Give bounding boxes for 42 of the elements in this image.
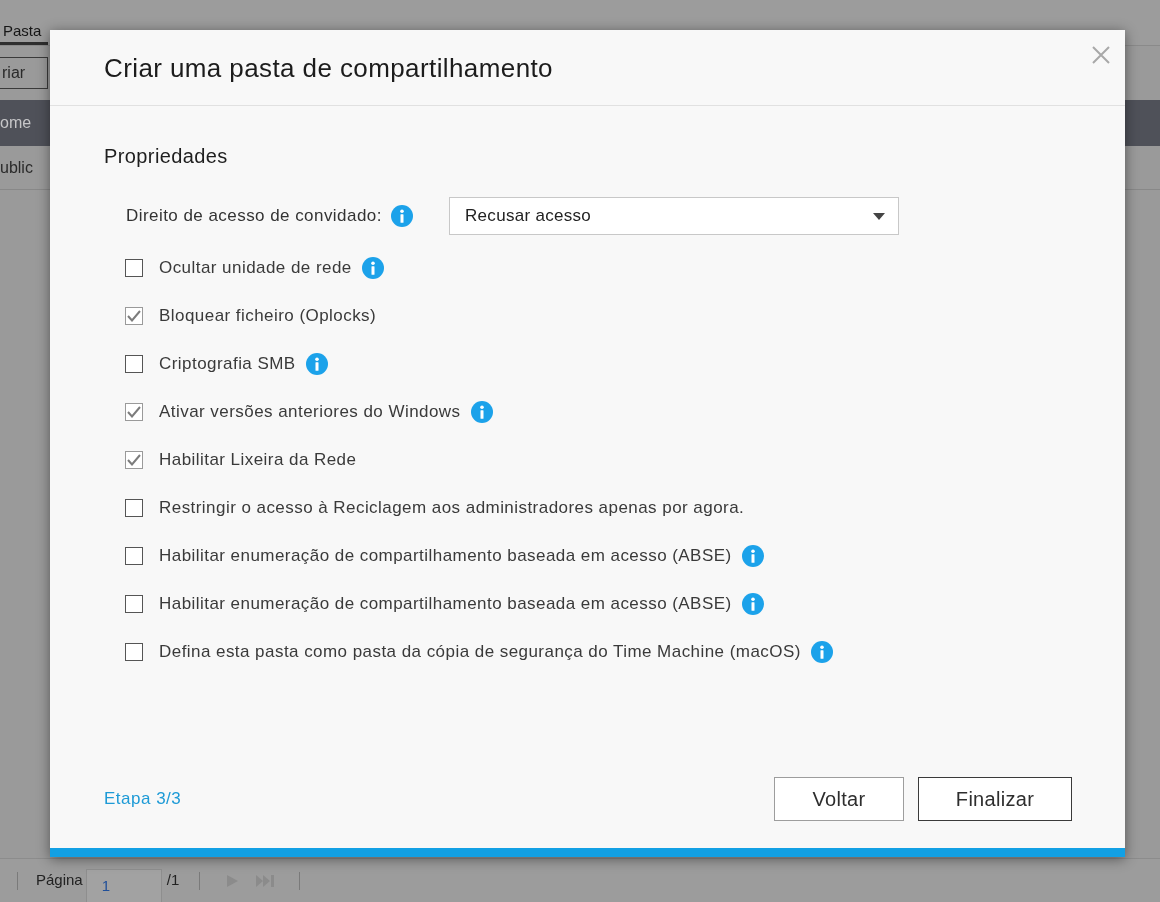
table-cell-text: ublic (0, 157, 33, 178)
page-label: Página (36, 870, 83, 891)
option-label: Restringir o acesso à Reciclagem aos administradores apenas por agora. (159, 497, 745, 520)
step-indicator: Etapa 3/3 (104, 788, 182, 811)
column-header[interactable]: ome (0, 111, 32, 135)
option-label: Ativar versões anteriores do Windows (159, 401, 461, 424)
option-label: Habilitar Lixeira da Rede (159, 449, 357, 472)
info-icon[interactable] (305, 353, 328, 375)
checkmark-icon (127, 454, 141, 466)
checkbox[interactable] (125, 355, 143, 373)
checkbox[interactable] (125, 451, 143, 469)
info-icon[interactable] (361, 257, 384, 279)
info-icon[interactable] (741, 545, 764, 567)
option-label: Bloquear ficheiro (Oplocks) (159, 305, 377, 328)
checkbox[interactable] (125, 595, 143, 613)
checkbox[interactable] (125, 403, 143, 421)
create-button[interactable]: riar (0, 57, 48, 89)
section-title: Propriedades (104, 144, 229, 168)
info-icon[interactable] (470, 401, 493, 423)
back-button[interactable]: Voltar (774, 777, 904, 821)
info-icon[interactable] (390, 205, 413, 227)
checkbox[interactable] (125, 547, 143, 565)
page-total: /1 (166, 870, 180, 891)
info-icon[interactable] (741, 593, 764, 615)
finish-button[interactable]: Finalizar (918, 777, 1072, 821)
caret-down-icon (873, 212, 885, 220)
option-label: Defina esta pasta como pasta da cópia de segurança do Time Machine (macOS) (159, 641, 801, 664)
field-label: Direito de acesso de convidado: (126, 205, 382, 228)
checkmark-icon (127, 310, 141, 322)
dialog-title: Criar uma pasta de compartilhamento (104, 51, 553, 84)
info-icon[interactable] (810, 641, 833, 663)
option-label: Criptografia SMB (159, 353, 296, 376)
checkbox[interactable] (125, 643, 143, 661)
checkmark-icon (127, 406, 141, 418)
checkbox[interactable] (125, 307, 143, 325)
checkbox[interactable] (125, 259, 143, 277)
option-label: Habilitar enumeração de compartilhamento baseada em acesso (ABSE) (159, 545, 732, 568)
option-label: Ocultar unidade de rede (159, 257, 352, 280)
close-icon[interactable] (1092, 46, 1110, 64)
checkbox[interactable] (125, 499, 143, 517)
option-label: Habilitar enumeração de compartilhamento baseada em acesso (ABSE) (159, 593, 732, 616)
guest-access-select[interactable]: Recusar acesso (449, 197, 899, 235)
